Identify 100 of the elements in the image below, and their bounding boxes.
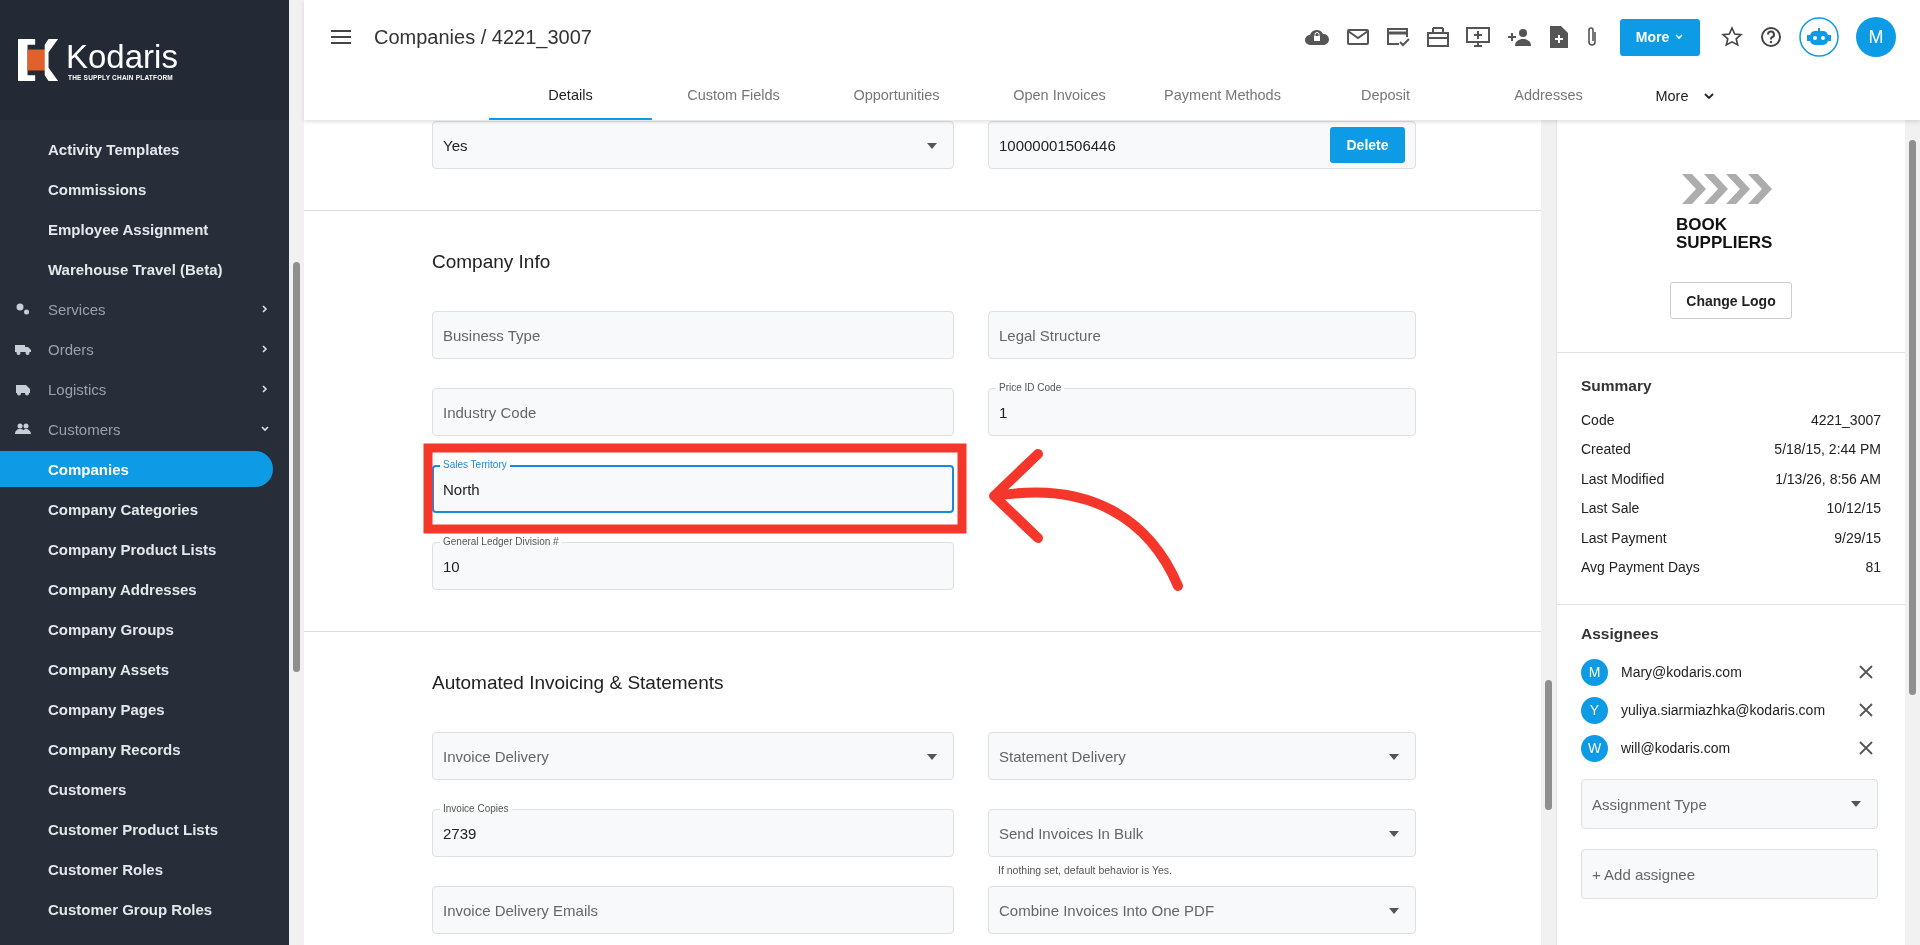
dropdown-icon — [927, 754, 937, 760]
close-icon[interactable] — [1859, 741, 1873, 755]
select-field[interactable]: Yes — [432, 121, 954, 169]
sidebar-item[interactable]: Services — [0, 291, 273, 327]
select-field[interactable]: Statement Delivery — [988, 732, 1416, 780]
sidebar-item[interactable]: Warehouse Travel (Beta) — [0, 251, 273, 287]
scrollbar[interactable] — [289, 0, 304, 945]
more-tab[interactable]: More — [1630, 74, 1740, 120]
mail-icon[interactable] — [1347, 28, 1369, 46]
sidebar-item[interactable]: Customer Group Roles — [0, 891, 273, 927]
sidebar-item[interactable]: Activity Templates — [0, 131, 273, 167]
field-value: 2739 — [443, 824, 477, 842]
sidebar-item[interactable]: Company Categories — [0, 491, 273, 527]
close-icon[interactable] — [1859, 665, 1873, 679]
tab[interactable]: Deposit — [1304, 74, 1467, 120]
assignee-avatar: W — [1581, 734, 1608, 762]
field-placeholder: Combine Invoices Into One PDF — [999, 901, 1215, 919]
select-field[interactable]: Assignment Type — [1581, 779, 1878, 829]
sidebar-item[interactable]: Customer Roles — [0, 851, 273, 887]
field-label: Invoice Copies — [440, 803, 512, 815]
menu-icon[interactable] — [331, 30, 351, 44]
monitor-plus-icon[interactable] — [1466, 27, 1490, 47]
assignee-email: Mary@kodaris.com — [1621, 664, 1742, 680]
van-icon — [15, 382, 31, 396]
sidebar-item[interactable]: Company Pages — [0, 691, 273, 727]
paperclip-icon[interactable] — [1585, 26, 1599, 48]
help-icon[interactable] — [1760, 26, 1782, 48]
sidebar-item[interactable]: Commissions — [0, 171, 273, 207]
close-icon[interactable] — [1859, 703, 1873, 717]
sidebar-item[interactable]: Company Assets — [0, 651, 273, 687]
dropdown-icon — [1851, 801, 1861, 807]
assignee-avatar: M — [1581, 658, 1608, 686]
field-placeholder: Legal Structure — [999, 326, 1101, 344]
sidebar-item[interactable]: Company Product Lists — [0, 531, 273, 567]
input-field[interactable]: 10000001506446 Delete — [988, 121, 1416, 169]
field-value: 10 — [443, 557, 460, 575]
summary-value: 10/12/15 — [1826, 500, 1881, 517]
summary-value: 1/13/26, 8:56 AM — [1775, 470, 1881, 487]
card-check-icon[interactable] — [1386, 27, 1410, 47]
section-title: Company Info — [432, 250, 552, 274]
field-label: General Ledger Division # — [440, 536, 562, 548]
summary-label: Last Sale — [1581, 500, 1640, 517]
field-label: Sales Territory — [440, 459, 510, 471]
caret-icon — [1674, 33, 1685, 41]
tab[interactable]: Custom Fields — [652, 74, 815, 120]
sidebar-item[interactable]: Orders — [0, 331, 273, 367]
tab[interactable]: Opportunities — [815, 74, 978, 120]
field-value: 1 — [999, 403, 1008, 421]
assignee-avatar: Y — [1581, 696, 1608, 724]
robot-icon[interactable] — [1799, 17, 1839, 57]
field-placeholder: Invoice Delivery Emails — [443, 901, 599, 919]
tab[interactable]: Open Invoices — [978, 74, 1141, 120]
summary-label: Avg Payment Days — [1581, 559, 1700, 576]
dropdown-icon — [1389, 908, 1399, 914]
sidebar-item[interactable]: Customers — [0, 771, 273, 807]
sidebar-item[interactable]: Customers — [0, 411, 273, 447]
tab[interactable]: Payment Methods — [1141, 74, 1304, 120]
summary-label: Last Payment — [1581, 529, 1667, 546]
summary-value: 9/29/15 — [1834, 529, 1881, 546]
file-plus-icon[interactable] — [1550, 26, 1568, 48]
logo-mark-icon — [18, 38, 60, 82]
scrollbar[interactable] — [1905, 120, 1920, 945]
select-field[interactable]: Send Invoices In Bulk — [988, 809, 1416, 857]
panel-title: Assignees — [1581, 625, 1660, 643]
sidebar-item[interactable]: Company Addresses — [0, 571, 273, 607]
select-field[interactable]: Invoice Delivery — [432, 732, 954, 780]
company-logo-text: SUPPLIERS — [1676, 234, 1773, 252]
change-logo-button[interactable]: Change Logo — [1670, 282, 1792, 319]
person-add-icon[interactable] — [1507, 28, 1533, 46]
star-icon[interactable] — [1721, 26, 1743, 48]
chevron-icon — [260, 344, 270, 354]
field-placeholder: Invoice Delivery — [443, 747, 549, 765]
sidebar-item[interactable]: Company Records — [0, 731, 273, 767]
company-logo-text: BOOK — [1676, 216, 1727, 234]
field-placeholder: Statement Delivery — [999, 747, 1126, 765]
summary-label: Last Modified — [1581, 470, 1665, 487]
select-field[interactable]: Combine Invoices Into One PDF — [988, 886, 1416, 934]
cloud-lock-icon[interactable] — [1304, 27, 1330, 47]
field-placeholder: Send Invoices In Bulk — [999, 824, 1144, 842]
sidebar-item[interactable]: Logistics — [0, 371, 273, 407]
input-field[interactable]: Industry Code — [432, 388, 954, 436]
dropdown-icon — [1389, 831, 1399, 837]
summary-value: 4221_3007 — [1810, 411, 1881, 428]
field-placeholder: Business Type — [443, 326, 541, 344]
sidebar-item[interactable]: Company Groups — [0, 611, 273, 647]
input-field[interactable]: Business Type — [432, 311, 954, 359]
panel-title: Summary — [1581, 377, 1653, 395]
dropdown-icon — [927, 143, 937, 149]
input-field[interactable]: Legal Structure — [988, 311, 1416, 359]
chevron-icon — [260, 424, 270, 434]
tab[interactable]: Addresses — [1467, 74, 1630, 120]
dropdown-icon — [1389, 754, 1399, 760]
input-field[interactable]: Invoice Delivery Emails — [432, 886, 954, 934]
hint-text: If nothing set, default behavior is Yes. — [998, 863, 1173, 877]
chevron-icon — [260, 384, 270, 394]
sidebar-item[interactable]: Customer Product Lists — [0, 811, 273, 847]
assignee-email: yuliya.siarmiazhka@kodaris.com — [1621, 702, 1826, 718]
sidebar-item[interactable]: Employee Assignment — [0, 211, 273, 247]
scrollbar[interactable] — [1541, 120, 1556, 945]
input-field[interactable]: + Add assignee — [1581, 849, 1878, 899]
